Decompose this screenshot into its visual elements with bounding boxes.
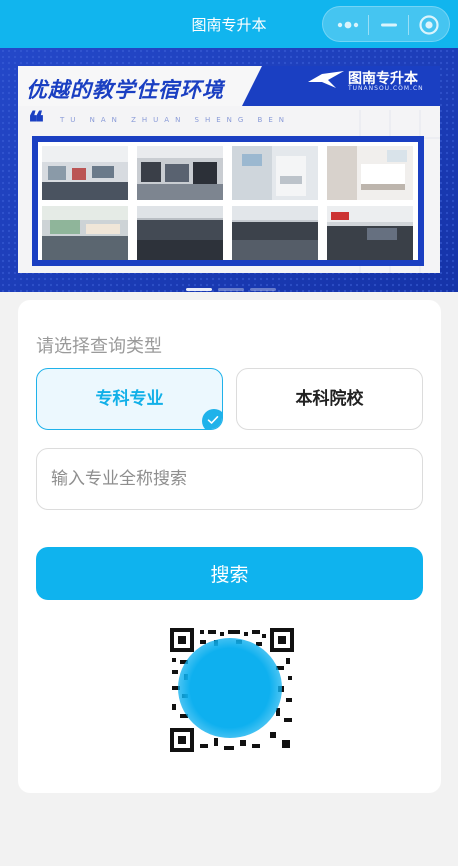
option-label: 专科专业 (95, 389, 164, 409)
banner-photo (232, 206, 318, 260)
option-undergraduate-college[interactable]: 本科院校 (236, 368, 423, 430)
query-card: 请选择查询类型 专科专业 本科院校 搜索 (18, 300, 441, 793)
nav-bar: 图南专升本 (0, 0, 458, 48)
target-close-icon[interactable] (417, 14, 441, 36)
banner-photo (137, 206, 223, 260)
query-type-label: 请选择查询类型 (36, 336, 162, 357)
banner-title: 优越的教学住宿环境 (26, 77, 224, 102)
capsule-divider (368, 15, 369, 35)
capsule-divider (408, 15, 409, 35)
carousel-dots[interactable] (186, 278, 276, 291)
banner-pinyin: TU NAN ZHUAN SHENG BEN (60, 116, 291, 124)
promo-banner[interactable]: 优越的教学住宿环境 图南专升本 TUNANSOU.COM.CN ❝ TU NAN… (0, 48, 458, 292)
check-icon (202, 409, 222, 429)
search-button[interactable]: 搜索 (36, 547, 423, 600)
qr-center-overlay (178, 638, 282, 738)
search-input[interactable] (36, 448, 423, 510)
brand-logo-icon (306, 68, 346, 90)
minimize-icon[interactable] (375, 16, 403, 34)
qr-code-icon (170, 628, 294, 752)
brand-domain: TUNANSOU.COM.CN (348, 85, 424, 92)
mini-program-capsule (322, 6, 450, 42)
banner-photo (42, 146, 128, 200)
banner-photo (327, 146, 413, 200)
more-dots-icon[interactable] (333, 16, 363, 34)
banner-photo (232, 146, 318, 200)
option-label: 本科院校 (295, 389, 364, 409)
banner-photo (42, 206, 128, 260)
banner-photo (327, 206, 413, 260)
option-junior-college-major[interactable]: 专科专业 (36, 368, 223, 430)
quote-mark: ❝ (28, 106, 45, 141)
banner-photo (137, 146, 223, 200)
